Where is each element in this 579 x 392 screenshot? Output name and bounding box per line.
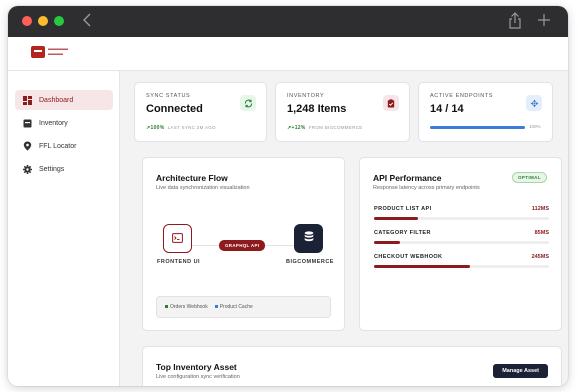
stat-foot-text: LAST SYNC 2M AGO [167,125,216,130]
legend-item-product-cache: Product Cache [214,304,253,310]
latency-bar [374,265,549,268]
zoom-window-button[interactable] [54,16,64,26]
stat-footnote: ↗+12% FROM BIGCOMMERCE [287,125,363,131]
stat-label: ACTIVE ENDPOINTS [430,93,494,99]
sidebar-item-label: Dashboard [39,96,74,104]
sync-status-card: SYNC STATUS Connected ↗100% LAST SYNC 2M… [134,82,267,142]
latency-bar-fill [374,217,418,220]
legend-item-orders-webhook: Orders Webhook [165,304,208,310]
legend-label: Orders Webhook [170,304,208,310]
minimize-window-button[interactable] [38,16,48,26]
sidebar-item-settings[interactable]: Settings [15,159,113,179]
sidebar-item-dashboard[interactable]: Dashboard [15,90,113,110]
endpoint-name: CATEGORY FILTER [374,230,431,236]
flow-legend: Orders Webhook Product Cache [156,296,331,318]
sidebar: Dashboard Inventory FFL Locator Settings [8,71,120,386]
progress-label: 100% [529,124,541,129]
database-icon [304,230,314,248]
latency-bar-fill [374,241,401,244]
stat-label: SYNC STATUS [146,93,191,99]
stat-trend: 100% [150,125,165,131]
endpoint-name: CHECKOUT WEBHOOK [374,254,443,260]
logo-mark-icon [31,46,45,58]
bigcommerce-node[interactable] [294,224,323,253]
app-header: ▬▬▬▬ ▬▬▬ [8,37,568,71]
endpoints-icon [526,95,542,111]
status-badge: OPTIMAL [511,172,547,183]
node-label: BIGCOMMERCE [286,259,334,265]
frontend-ui-node[interactable] [163,224,192,253]
graphql-api-pill: GRAPHQL API [219,240,266,251]
endpoint-latency: 112MS [531,206,549,212]
legend-label: Product Cache [219,304,253,310]
gear-icon [23,164,32,174]
endpoints-progress-bar [430,126,525,129]
section-subtitle: Live data synchronization visualization [156,185,250,191]
sync-icon [240,95,256,111]
section-title: Top Inventory Asset [156,362,237,372]
legend-swatch-green [165,305,168,309]
stat-label: INVENTORY [287,93,325,99]
latency-bar [374,217,549,220]
manage-asset-button[interactable]: Manage Asset [493,364,548,378]
sidebar-item-label: FFL Locator [39,142,77,150]
section-title: API Performance [373,173,442,183]
endpoint-latency: 85MS [534,230,549,236]
legend-swatch-blue [214,305,218,309]
close-window-button[interactable] [22,16,32,26]
stat-value: Connected [146,103,203,115]
stat-value: 1,248 Items [287,103,347,115]
stat-footnote: ↗100% LAST SYNC 2M AGO [146,125,216,131]
stat-trend: +12% [291,125,306,131]
inventory-icon [23,119,32,128]
section-title: Architecture Flow [156,173,228,183]
latency-bar [374,241,549,244]
endpoint-name: PRODUCT LIST API [374,206,432,212]
stat-foot-text: FROM BIGCOMMERCE [308,125,363,130]
terminal-icon [172,230,183,248]
endpoint-latency: 245MS [531,254,549,260]
back-arrow-icon[interactable] [82,12,92,33]
latency-bar-fill [374,265,471,268]
clipboard-icon [383,95,399,111]
logo-wordmark: ▬▬▬▬ ▬▬▬ [48,46,68,57]
section-subtitle: Response latency across primary endpoint… [373,185,480,191]
top-inventory-asset-card: Top Inventory Asset Live configuration s… [142,346,562,386]
architecture-flow-card: Architecture Flow Live data synchronizat… [142,157,345,331]
endpoints-progress-fill [430,126,525,129]
node-label: FRONTEND UI [157,259,201,265]
inventory-card: INVENTORY 1,248 Items ↗+12% FROM BIGCOMM… [275,82,410,142]
app-window: ▬▬▬▬ ▬▬▬ Dashboard Inventory FFL Locator [8,6,568,386]
new-tab-icon[interactable] [537,13,551,32]
main-content: SYNC STATUS Connected ↗100% LAST SYNC 2M… [120,71,568,386]
sidebar-item-label: Inventory [39,119,68,127]
sidebar-item-ffl-locator[interactable]: FFL Locator [15,136,113,156]
dashboard-icon [23,95,32,105]
section-subtitle: Live configuration sync verification [156,374,240,380]
active-endpoints-card: ACTIVE ENDPOINTS 14 / 14 100% [418,82,553,142]
sidebar-item-label: Settings [39,165,65,173]
share-icon[interactable] [508,12,522,35]
stat-value: 14 / 14 [430,103,464,115]
brand-logo[interactable]: ▬▬▬▬ ▬▬▬ [31,46,78,58]
window-titlebar [8,6,568,37]
api-performance-card: API Performance OPTIMAL Response latency… [359,157,562,331]
sidebar-item-inventory[interactable]: Inventory [15,113,113,133]
location-pin-icon [23,141,32,151]
